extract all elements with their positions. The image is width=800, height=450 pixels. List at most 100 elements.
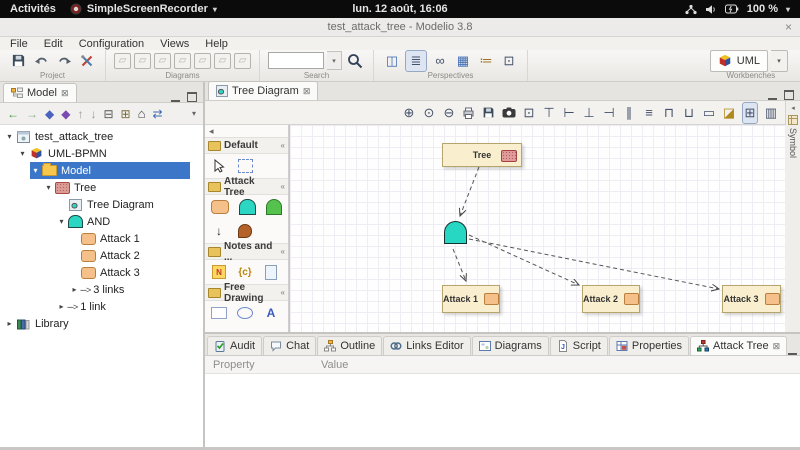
note-tool[interactable]: N — [211, 264, 227, 280]
edge-and-to-attack1[interactable] — [452, 248, 466, 281]
tab-script[interactable]: J Script — [549, 336, 608, 355]
minimize-icon[interactable] — [171, 99, 180, 102]
forward-button[interactable]: → — [26, 107, 38, 121]
edge-tree-to-and[interactable] — [460, 166, 480, 216]
tree-item-3-links[interactable]: ▸ ---> 3 links — [0, 281, 203, 298]
tree-item-tree[interactable]: ▾ Tree — [0, 179, 203, 196]
palette-group-attack-tree[interactable]: Attack Tree « — [205, 176, 288, 198]
tree-item-1-link[interactable]: ▸ ---> 1 link — [0, 298, 203, 315]
node-tree[interactable]: Tree — [442, 143, 522, 167]
same-size-icon[interactable]: ▭ — [702, 105, 716, 121]
chevron-down-icon[interactable]: ▾ — [786, 5, 790, 14]
align-bottom-icon[interactable]: ⊥ — [582, 105, 596, 121]
link-with-editor-button[interactable]: ⊞ — [121, 107, 131, 121]
symbol-side-tab[interactable]: ◂ Symbol — [785, 101, 800, 332]
expander-icon[interactable]: ▸ — [69, 285, 80, 294]
and-gate-tool[interactable] — [239, 199, 256, 215]
menu-edit[interactable]: Edit — [44, 38, 63, 50]
align-right-icon[interactable]: ⊣ — [602, 105, 616, 121]
back-button[interactable]: ← — [7, 107, 19, 121]
expander-icon[interactable]: ▾ — [4, 132, 15, 141]
diagram-button-4[interactable]: ▱ — [174, 52, 191, 69]
minimize-icon[interactable] — [788, 352, 798, 355]
expander-icon[interactable]: ▾ — [30, 166, 41, 175]
or-gate-tool[interactable] — [265, 199, 282, 215]
maximize-icon[interactable] — [187, 92, 197, 102]
menu-configuration[interactable]: Configuration — [79, 38, 144, 50]
palette-group-free-drawing[interactable]: Free Drawing « — [205, 282, 288, 304]
menu-views[interactable]: Views — [160, 38, 189, 50]
menu-file[interactable]: File — [10, 38, 28, 50]
palette-group-default[interactable]: Default « — [205, 137, 288, 154]
marquee-tool[interactable] — [237, 158, 253, 174]
tree-item-tree-diagram[interactable]: Tree Diagram — [0, 196, 203, 213]
tree-item-and[interactable]: ▾ AND — [0, 213, 203, 230]
zoom-in-icon[interactable]: ⊕ — [402, 105, 416, 121]
expander-icon[interactable]: ▸ — [4, 319, 15, 328]
rectangle-tool[interactable] — [211, 305, 227, 321]
perspective-button-3[interactable]: ∞ — [430, 51, 450, 71]
attack-node-tool[interactable] — [211, 199, 230, 215]
tab-diagrams[interactable]: Diagrams — [471, 336, 549, 355]
constraint-tool[interactable]: {c} — [237, 264, 253, 280]
save-button[interactable] — [8, 51, 28, 71]
node-and-gate[interactable] — [444, 221, 467, 244]
expander-icon[interactable]: ▾ — [43, 183, 54, 192]
close-icon[interactable]: ⊠ — [61, 88, 69, 99]
node-attack-1[interactable]: Attack 1 — [442, 285, 500, 313]
screenshot-icon[interactable] — [502, 107, 516, 118]
countermeasure-tool[interactable] — [237, 223, 253, 239]
menu-help[interactable]: Help — [205, 38, 228, 50]
tree-item-test-attack-tree[interactable]: ▾ test_attack_tree — [0, 128, 203, 145]
diagram-button-7[interactable]: ▱ — [234, 52, 251, 69]
previous-selection-button[interactable]: ◆ — [45, 107, 54, 121]
column-value[interactable]: Value — [313, 359, 348, 371]
perspective-button-6[interactable]: ⊡ — [499, 51, 519, 71]
same-width-icon[interactable]: ⊓ — [662, 105, 676, 121]
node-attack-3[interactable]: Attack 3 — [722, 285, 781, 313]
recorder-app-menu[interactable]: SimpleScreenRecorder ▾ — [70, 3, 217, 15]
same-height-icon[interactable]: ⊔ — [682, 105, 696, 121]
edge-and-to-attack3[interactable] — [468, 238, 719, 289]
tree-item-uml-bpmn[interactable]: ▾ UML-BPMN — [0, 145, 203, 162]
perspective-button-1[interactable]: ◫ — [382, 51, 402, 71]
redo-button[interactable] — [54, 51, 74, 71]
expander-icon[interactable]: ▾ — [56, 217, 67, 226]
align-left-icon[interactable]: ⊢ — [562, 105, 576, 121]
perspective-button-5[interactable]: ≔ — [476, 51, 496, 71]
save-diagram-icon[interactable] — [482, 106, 496, 119]
tree-item-model[interactable]: ▾ Model — [0, 162, 203, 179]
diagram-overview-icon[interactable]: ▥ — [764, 105, 778, 121]
diagram-button-1[interactable]: ▱ — [114, 52, 131, 69]
node-attack-2[interactable]: Attack 2 — [582, 285, 640, 313]
undo-button[interactable] — [31, 51, 51, 71]
tab-tree-diagram[interactable]: Tree Diagram ⊠ — [208, 81, 319, 100]
view-menu-button[interactable]: ▾ — [192, 109, 196, 118]
activities-button[interactable]: Activités — [10, 3, 56, 15]
move-up-button[interactable]: ↑ — [77, 107, 83, 121]
minimize-icon[interactable] — [768, 97, 777, 100]
format-painter-icon[interactable]: ◪ — [722, 105, 736, 121]
tab-model[interactable]: Model ⊠ — [3, 83, 77, 102]
link-tool[interactable]: ↓ — [211, 223, 227, 239]
grid-toggle-icon[interactable]: ⊞ — [742, 101, 758, 124]
properties-table-body[interactable] — [205, 374, 800, 447]
zoom-actual-icon[interactable]: ⊙ — [422, 105, 436, 121]
expander-icon[interactable]: ▾ — [17, 149, 28, 158]
maximize-icon[interactable] — [784, 90, 794, 100]
tree-item-attack-2[interactable]: Attack 2 — [0, 247, 203, 264]
collapse-all-button[interactable]: ⊟ — [103, 107, 113, 121]
tree-item-attack-3[interactable]: Attack 3 — [0, 264, 203, 281]
tab-audit[interactable]: Audit — [207, 336, 263, 355]
tab-properties[interactable]: Properties — [608, 336, 690, 355]
distribute-horizontal-icon[interactable]: ∥ — [622, 105, 636, 121]
select-tool[interactable] — [211, 158, 227, 174]
diagram-button-2[interactable]: ▱ — [134, 52, 151, 69]
tab-attack-tree[interactable]: Attack Tree ⊠ — [690, 336, 788, 355]
workbench-dropdown-button[interactable]: ▾ — [771, 49, 788, 72]
perspective-button-2[interactable]: ≣ — [405, 49, 427, 72]
close-icon[interactable]: ⊠ — [303, 86, 311, 97]
palette-group-notes[interactable]: Notes and ... « — [205, 241, 288, 263]
column-property[interactable]: Property — [205, 359, 313, 371]
ellipse-tool[interactable] — [237, 305, 253, 321]
